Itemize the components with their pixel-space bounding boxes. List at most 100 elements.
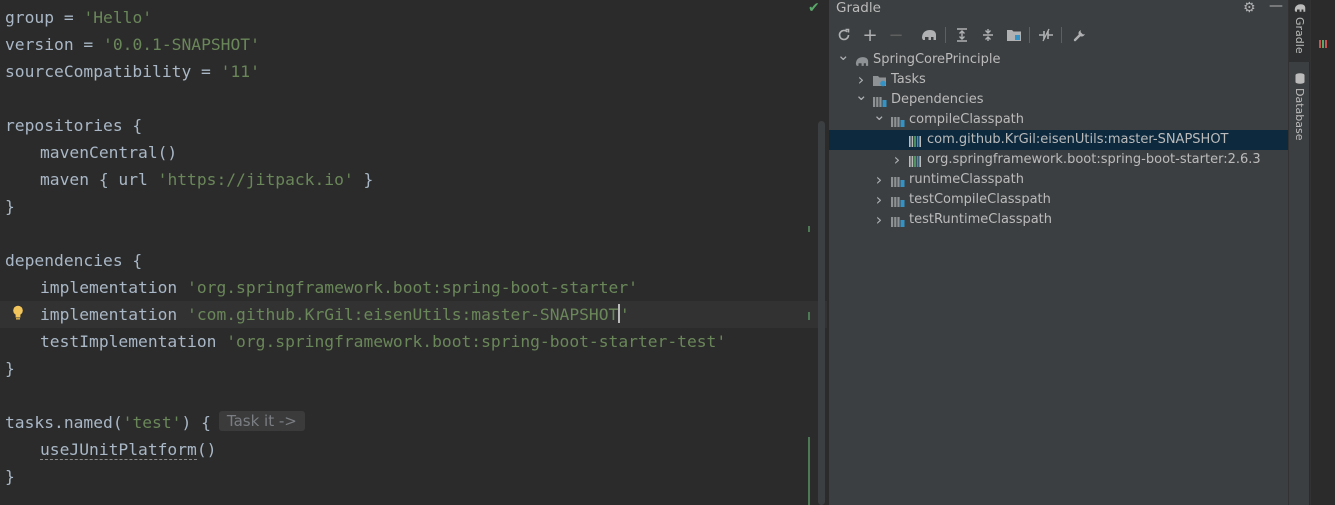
chevron-right-icon[interactable]: ›: [891, 150, 903, 170]
tree-node-label: com.github.KrGil:eisenUtils:master-SNAPS…: [927, 132, 1229, 147]
code-token: tasks: [5, 413, 55, 432]
code-line-text: sourceCompatibility = '11': [5, 58, 260, 85]
code-token: =: [54, 8, 84, 27]
tree-node-label: testRuntimeClasspath: [909, 212, 1053, 227]
panel-title: Gradle: [836, 0, 881, 16]
code-token: dependencies {: [5, 251, 143, 270]
code-line-text: repositories {: [5, 112, 142, 139]
code-line[interactable]: [0, 85, 827, 112]
code-token: ) {: [181, 413, 211, 432]
far-right-gutter: [1310, 0, 1335, 505]
change-marker: [808, 437, 810, 505]
code-line[interactable]: }: [0, 193, 827, 220]
minimize-icon[interactable]: —: [1269, 0, 1283, 14]
string-token: '0.0.1-SNAPSHOT': [103, 35, 260, 54]
gear-icon[interactable]: ⚙: [1243, 0, 1256, 16]
tree-node[interactable]: ⌄ compileClasspath: [829, 106, 1289, 130]
elephant-icon: [1294, 4, 1305, 12]
gradle-header: Gradle ⚙ —: [829, 0, 1288, 18]
string-token: 'com.github.KrGil:eisenUtils:master-SNAP…: [187, 305, 619, 324]
tree-node-label: runtimeClasspath: [909, 172, 1024, 187]
code-token: implementation: [40, 278, 188, 297]
add-icon[interactable]: +: [859, 24, 881, 46]
change-marker: [808, 226, 810, 232]
gradle-tab-label: Gradle: [1293, 17, 1306, 54]
code-token: version: [5, 35, 74, 54]
code-token: repositories {: [5, 116, 143, 135]
chevron-down-icon[interactable]: ⌄: [855, 85, 868, 105]
code-line[interactable]: testImplementation 'org.springframework.…: [0, 328, 827, 355]
tree-node[interactable]: ⌄ Dependencies: [829, 86, 1289, 110]
library-icon: [891, 194, 905, 207]
editor-scrollbar[interactable]: [818, 121, 825, 505]
code-line[interactable]: dependencies {: [0, 247, 827, 274]
code-line[interactable]: tasks.named('test') {Task it ->: [0, 409, 827, 436]
code-line[interactable]: repositories {: [0, 112, 827, 139]
code-line[interactable]: group = 'Hello': [0, 4, 827, 31]
code-line[interactable]: implementation 'com.github.KrGil:eisenUt…: [0, 301, 827, 328]
code-line-text: mavenCentral(): [5, 139, 177, 166]
code-line[interactable]: }: [0, 355, 827, 382]
tree-node[interactable]: com.github.KrGil:eisenUtils:master-SNAPS…: [829, 130, 1289, 150]
code-line[interactable]: version = '0.0.1-SNAPSHOT': [0, 31, 827, 58]
string-token: 'Hello': [83, 8, 153, 27]
chevron-right-icon[interactable]: ›: [873, 170, 885, 190]
library-icon: [891, 114, 905, 127]
refresh-icon[interactable]: [833, 24, 855, 46]
code-line-text: testImplementation 'org.springframework.…: [5, 328, 726, 355]
code-token: sourceCompatibility: [5, 62, 192, 81]
code-line[interactable]: [0, 220, 827, 247]
collapse-all-icon[interactable]: [977, 24, 999, 46]
tree-node-label: Dependencies: [891, 92, 984, 107]
code-line[interactable]: maven { url 'https://jitpack.io' }: [0, 166, 827, 193]
lightbulb-icon[interactable]: [12, 305, 24, 321]
wrench-icon[interactable]: [1069, 24, 1091, 46]
code-token: }: [5, 197, 15, 216]
chevron-down-icon[interactable]: ⌄: [873, 105, 886, 125]
database-tool-tab[interactable]: Database: [1289, 70, 1310, 142]
code-line[interactable]: sourceCompatibility = '11': [0, 58, 827, 85]
elephant-icon[interactable]: [918, 24, 940, 46]
code-line-text: }: [5, 193, 15, 220]
code-line-text: tasks.named('test') {Task it ->: [5, 409, 305, 436]
code-line-text: implementation 'com.github.KrGil:eisenUt…: [5, 301, 630, 328]
code-line-text: version = '0.0.1-SNAPSHOT': [5, 31, 260, 58]
code-line[interactable]: mavenCentral(): [0, 139, 827, 166]
code-line[interactable]: implementation 'org.springframework.boot…: [0, 274, 827, 301]
remove-icon[interactable]: −: [885, 24, 907, 46]
gradle-tool-tab[interactable]: Gradle: [1289, 0, 1310, 62]
gradle-tree: ⌄ SpringCorePrinciple › Tasks ⌄ Dependencies ⌄…: [829, 46, 1289, 230]
string-token: 'test': [122, 413, 182, 432]
tree-node[interactable]: › testCompileClasspath: [829, 190, 1289, 210]
code-line[interactable]: [0, 382, 827, 409]
code-token: =: [73, 35, 104, 54]
code-line-text: }: [5, 463, 15, 490]
code-token: useJUnitPlatform: [40, 440, 197, 460]
code-token: group: [5, 8, 55, 27]
tree-node[interactable]: › runtimeClasspath: [829, 170, 1289, 190]
string-token: 'org.springframework.boot:spring-boot-st…: [226, 332, 727, 351]
tree-node[interactable]: › Tasks: [829, 70, 1289, 90]
code-line-text: group = 'Hello': [5, 4, 152, 31]
tree-node[interactable]: › testRuntimeClasspath: [829, 210, 1289, 230]
folder-icon[interactable]: [1003, 24, 1025, 46]
code-token: implementation: [40, 305, 188, 324]
code-line[interactable]: useJUnitPlatform(): [0, 436, 827, 463]
tree-node[interactable]: ⌄ SpringCorePrinciple: [829, 46, 1289, 70]
tree-node[interactable]: › org.springframework.boot:spring-boot-st…: [829, 150, 1289, 170]
library-icon: [891, 214, 905, 227]
code-token: maven { url: [40, 170, 158, 189]
code-token: =: [191, 62, 221, 81]
code-line-text: }: [5, 355, 15, 382]
toggle-offline-icon[interactable]: [1035, 24, 1057, 46]
chevron-down-icon[interactable]: ⌄: [837, 45, 850, 65]
expand-all-icon[interactable]: [951, 24, 973, 46]
folder-gear-icon: [873, 74, 887, 87]
error-stripe: [1319, 40, 1327, 48]
code-editor[interactable]: group = 'Hello' version = '0.0.1-SNAPSHOT…: [0, 0, 827, 505]
database-tab-label: Database: [1293, 88, 1306, 141]
code-line[interactable]: }: [0, 463, 827, 490]
code-line-text: implementation 'org.springframework.boot…: [5, 274, 638, 301]
chevron-right-icon[interactable]: ›: [873, 210, 885, 230]
chevron-right-icon[interactable]: ›: [873, 190, 885, 210]
